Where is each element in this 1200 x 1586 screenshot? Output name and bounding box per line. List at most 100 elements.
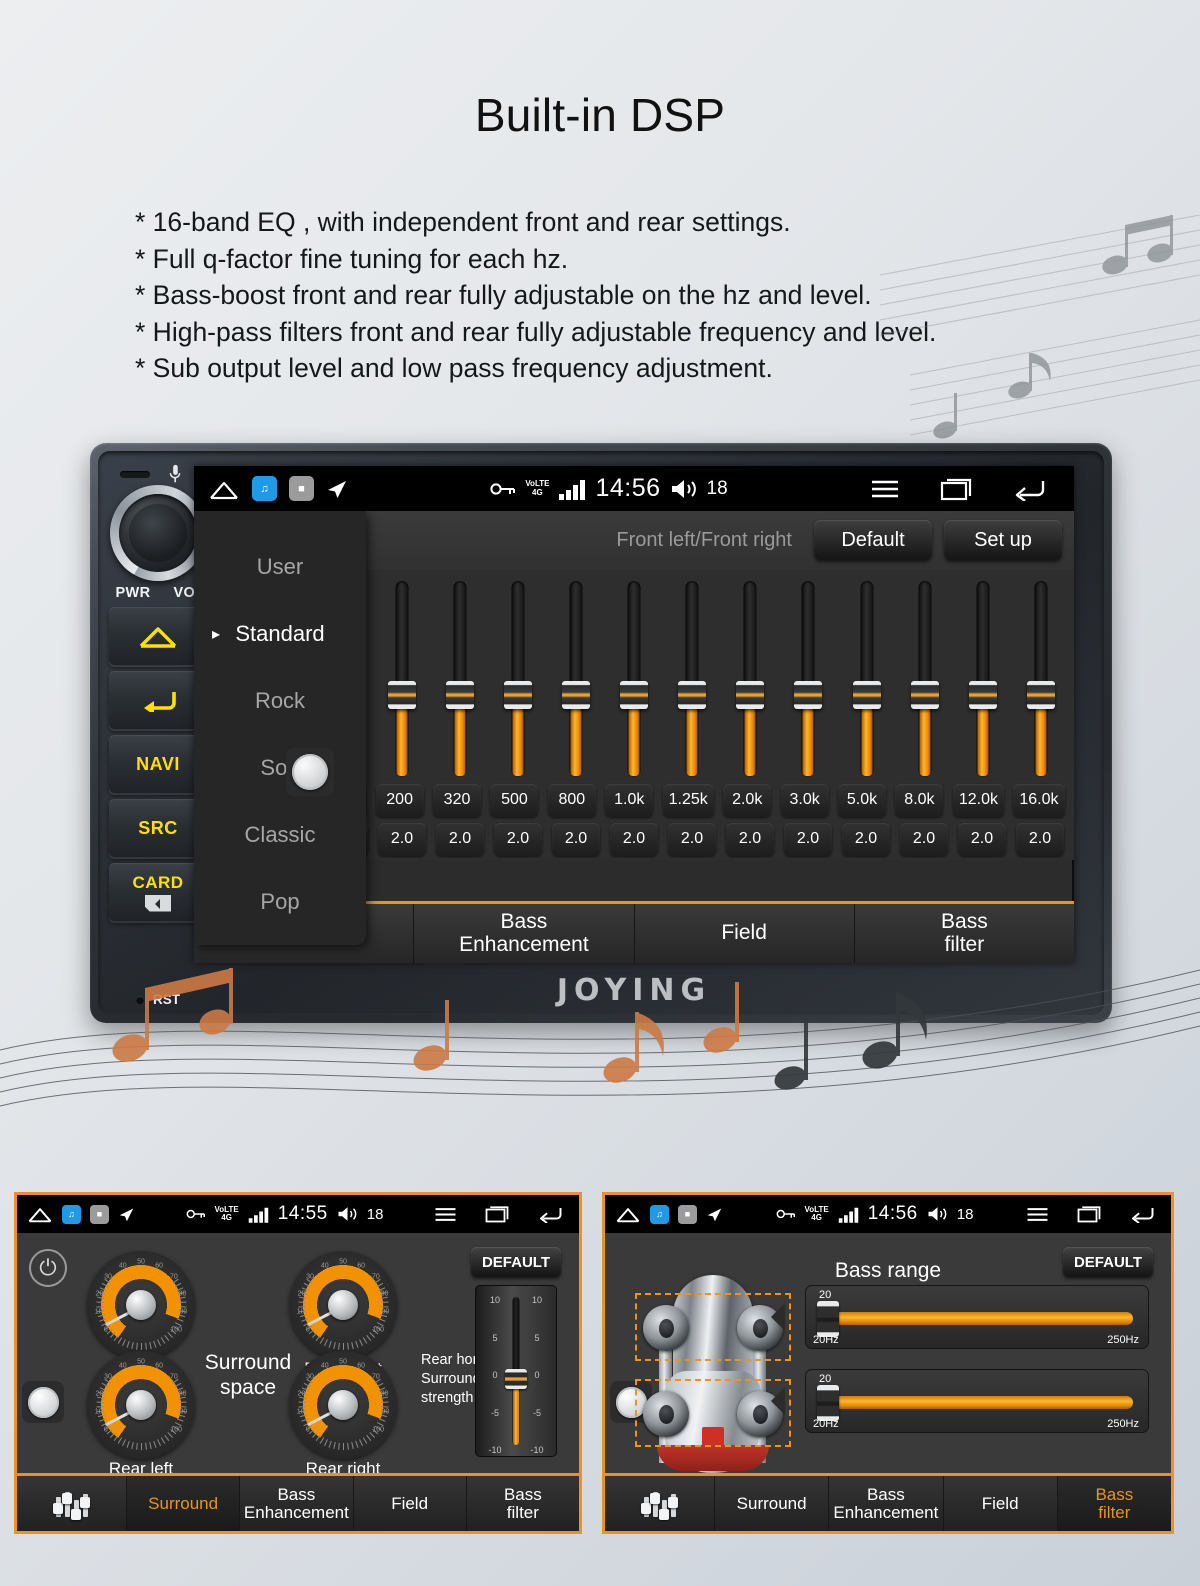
- recent-apps-icon[interactable]: [485, 1205, 509, 1223]
- slider-knob[interactable]: [817, 1301, 839, 1337]
- navigation-arrow-icon[interactable]: [118, 1207, 135, 1222]
- eq-frequency-chip[interactable]: 800: [547, 783, 596, 817]
- eq-q-chip[interactable]: 2.0: [958, 822, 1006, 856]
- tab-bass-filter[interactable]: Bass filter: [1057, 1476, 1171, 1531]
- home-icon[interactable]: [208, 478, 240, 500]
- navigation-arrow-icon[interactable]: [326, 479, 348, 499]
- setup-button[interactable]: Set up: [944, 520, 1062, 560]
- slider-track[interactable]: [827, 1396, 1133, 1409]
- eq-frequency-chip[interactable]: 5.0k: [838, 783, 887, 817]
- panel-side-knob[interactable]: [22, 1381, 64, 1423]
- meter-knob[interactable]: [505, 1369, 527, 1389]
- recent-apps-icon[interactable]: [1077, 1205, 1101, 1223]
- power-toggle-button[interactable]: ⏻: [29, 1249, 67, 1287]
- screen-side-knob[interactable]: [286, 748, 334, 796]
- recent-apps-icon[interactable]: [940, 477, 972, 501]
- dial-front-right[interactable]: 0102030405060708090100Front right: [289, 1251, 397, 1378]
- eq-frequency-chip[interactable]: 8.0k: [895, 783, 944, 817]
- eq-frequency-chip[interactable]: 1.25k: [662, 783, 714, 817]
- default-button[interactable]: DEFAULT: [471, 1247, 561, 1277]
- eq-q-chip[interactable]: 2.0: [1016, 822, 1064, 856]
- back-icon[interactable]: [1012, 477, 1046, 501]
- eq-frequency-chip[interactable]: 16.0k: [1013, 783, 1065, 817]
- eq-frequency-chip[interactable]: 500: [490, 783, 539, 817]
- power-volume-knob[interactable]: [110, 485, 206, 581]
- eq-q-chip[interactable]: 2.0: [900, 822, 948, 856]
- tab-bass-enhancement[interactable]: Bass Enhancement: [414, 904, 635, 963]
- eq-frequency-chip[interactable]: 3.0k: [780, 783, 829, 817]
- eq-q-chip[interactable]: 2.0: [784, 822, 832, 856]
- dial-hub[interactable]: [328, 1290, 358, 1320]
- menu-icon[interactable]: [1026, 1206, 1049, 1223]
- reset-pinhole[interactable]: [136, 995, 144, 1004]
- src-hardware-button[interactable]: SRC: [109, 799, 207, 857]
- rear-speaker-selection[interactable]: [635, 1379, 791, 1447]
- rear-horn-strength-slider[interactable]: 10 5 0 -5 -10 10 5 0 -5 -10: [475, 1285, 557, 1457]
- eq-q-chip[interactable]: 2.0: [842, 822, 890, 856]
- card-slot-button[interactable]: CARD: [109, 863, 207, 921]
- back-icon[interactable]: [1129, 1205, 1155, 1223]
- preset-option-pop[interactable]: Pop: [194, 868, 366, 935]
- dial-rear-left[interactable]: 0 10 20 30 40 50 60 70 80 90 100 Rear left: [87, 1351, 195, 1478]
- eq-q-chip[interactable]: 2.0: [494, 822, 542, 856]
- media-app-icon[interactable]: ■: [90, 1204, 109, 1224]
- eq-band-slider[interactable]: [377, 577, 427, 782]
- bluetooth-app-icon[interactable]: ♫: [252, 476, 277, 501]
- tab-surround[interactable]: Surround: [127, 1476, 241, 1531]
- slider-knob[interactable]: [817, 1385, 839, 1421]
- preset-option-soft[interactable]: Soft: [194, 734, 366, 801]
- slider-knob[interactable]: [445, 681, 474, 709]
- eq-frequency-chip[interactable]: 320: [433, 783, 482, 817]
- eq-band-slider[interactable]: [435, 577, 485, 782]
- eq-q-chip[interactable]: 2.0: [436, 822, 484, 856]
- eq-q-chip[interactable]: 2.0: [610, 822, 658, 856]
- front-bass-range-slider[interactable]: 20 20Hz 250Hz: [805, 1285, 1149, 1349]
- eq-q-chip[interactable]: 2.0: [668, 822, 716, 856]
- tab-field[interactable]: Field: [635, 904, 855, 963]
- rear-bass-range-slider[interactable]: 20 20Hz 250Hz: [805, 1369, 1149, 1433]
- tab-field[interactable]: Field: [354, 1476, 467, 1531]
- eq-frequency-chip[interactable]: 200: [375, 783, 424, 817]
- preset-option-classic[interactable]: Classic: [194, 801, 366, 868]
- eq-q-chip[interactable]: 2.0: [552, 822, 600, 856]
- dial-hub[interactable]: [126, 1390, 156, 1420]
- preset-option-rock[interactable]: Rock: [194, 667, 366, 734]
- preset-option-user[interactable]: User: [194, 533, 366, 600]
- back-hardware-button[interactable]: [109, 671, 207, 729]
- slider-track[interactable]: [827, 1312, 1133, 1325]
- eq-band-slider[interactable]: [609, 577, 659, 782]
- eq-band-slider[interactable]: [958, 577, 1008, 782]
- navi-hardware-button[interactable]: NAVI: [109, 735, 207, 793]
- slider-knob[interactable]: [503, 681, 532, 709]
- navigation-arrow-icon[interactable]: [706, 1207, 723, 1222]
- home-hardware-button[interactable]: [109, 607, 207, 665]
- tab-bass-enhancement[interactable]: Bass Enhancement: [829, 1476, 944, 1531]
- slider-knob[interactable]: [387, 681, 416, 709]
- eq-frequency-chip[interactable]: 2.0k: [723, 783, 772, 817]
- back-icon[interactable]: [537, 1205, 563, 1223]
- slider-knob[interactable]: [1026, 681, 1055, 709]
- eq-band-slider[interactable]: [1016, 577, 1066, 782]
- eq-q-chip[interactable]: 2.0: [726, 822, 774, 856]
- tab-bass-filter[interactable]: Bass filter: [467, 1476, 579, 1531]
- eq-band-slider[interactable]: [842, 577, 892, 782]
- tab-surround[interactable]: Surround: [715, 1476, 830, 1531]
- slider-knob[interactable]: [736, 681, 765, 709]
- home-icon[interactable]: [27, 1205, 53, 1223]
- home-icon[interactable]: [615, 1205, 641, 1223]
- eq-frequency-chip[interactable]: 12.0k: [952, 783, 1004, 817]
- equalizer-tab[interactable]: [605, 1476, 715, 1531]
- eq-band-slider[interactable]: [493, 577, 543, 782]
- slider-knob[interactable]: [910, 681, 939, 709]
- equalizer-tab[interactable]: [17, 1476, 127, 1531]
- eq-frequency-chip[interactable]: 1.0k: [605, 783, 654, 817]
- slider-knob[interactable]: [794, 681, 823, 709]
- menu-icon[interactable]: [870, 478, 900, 500]
- eq-band-slider[interactable]: [551, 577, 601, 782]
- front-speaker-selection[interactable]: [635, 1293, 791, 1361]
- tab-bass-enhancement[interactable]: Bass Enhancement: [240, 1476, 354, 1531]
- slider-knob[interactable]: [968, 681, 997, 709]
- slider-knob[interactable]: [561, 681, 590, 709]
- tab-field[interactable]: Field: [944, 1476, 1058, 1531]
- dial-hub[interactable]: [328, 1390, 358, 1420]
